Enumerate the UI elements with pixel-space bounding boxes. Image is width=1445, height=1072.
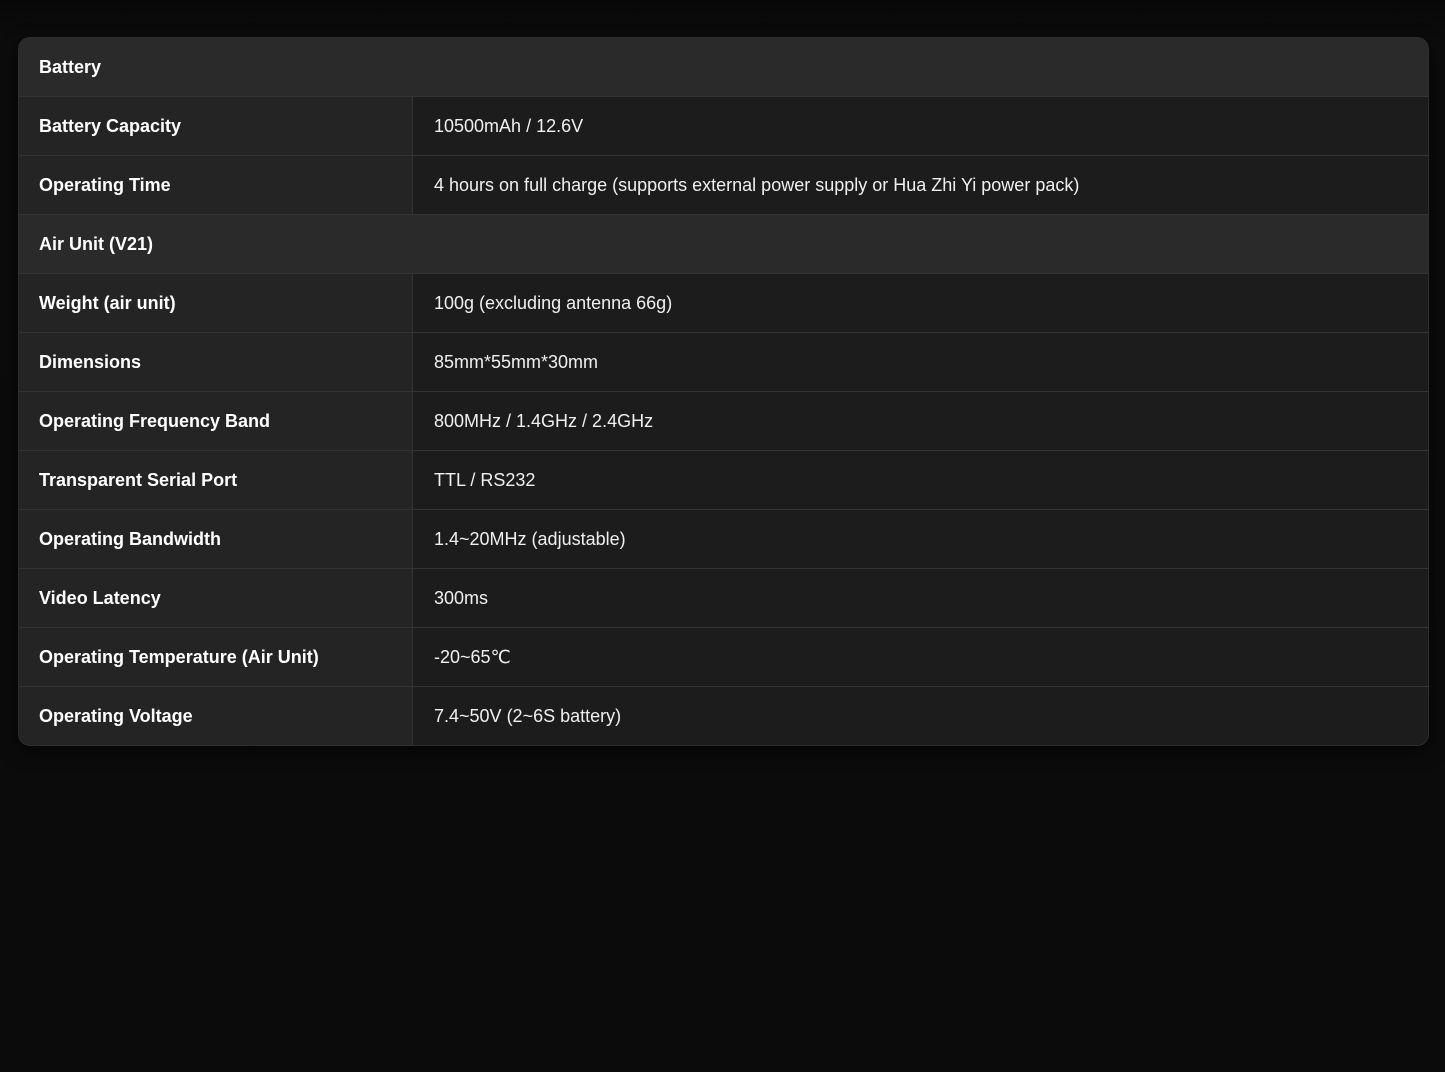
spec-value: 800MHz / 1.4GHz / 2.4GHz: [413, 392, 1428, 450]
spec-value: 85mm*55mm*30mm: [413, 333, 1428, 391]
table-row: Operating Voltage 7.4~50V (2~6S battery): [19, 687, 1428, 745]
table-row: Battery Capacity 10500mAh / 12.6V: [19, 97, 1428, 156]
spec-table: Battery Battery Capacity 10500mAh / 12.6…: [18, 37, 1429, 746]
spec-value: 4 hours on full charge (supports externa…: [413, 156, 1428, 214]
spec-label: Operating Temperature (Air Unit): [19, 628, 413, 686]
spec-label: Dimensions: [19, 333, 413, 391]
section-title: Air Unit (V21): [39, 234, 154, 254]
section-header-air-unit: Air Unit (V21): [19, 215, 1428, 274]
spec-label: Operating Time: [19, 156, 413, 214]
spec-value: 10500mAh / 12.6V: [413, 97, 1428, 155]
spec-value: -20~65℃: [413, 628, 1428, 686]
spec-label: Battery Capacity: [19, 97, 413, 155]
spec-label: Operating Frequency Band: [19, 392, 413, 450]
spec-value: 7.4~50V (2~6S battery): [413, 687, 1428, 745]
section-title: Battery: [39, 57, 102, 77]
spec-value: 300ms: [413, 569, 1428, 627]
table-row: Operating Time 4 hours on full charge (s…: [19, 156, 1428, 215]
table-row: Video Latency 300ms: [19, 569, 1428, 628]
spec-value: 1.4~20MHz (adjustable): [413, 510, 1428, 568]
spec-label: Operating Bandwidth: [19, 510, 413, 568]
table-row: Dimensions 85mm*55mm*30mm: [19, 333, 1428, 392]
spec-label: Operating Voltage: [19, 687, 413, 745]
spec-value: 100g (excluding antenna 66g): [413, 274, 1428, 332]
section-header-battery: Battery: [19, 38, 1428, 97]
table-row: Transparent Serial Port TTL / RS232: [19, 451, 1428, 510]
spec-label: Transparent Serial Port: [19, 451, 413, 509]
table-row: Operating Temperature (Air Unit) -20~65℃: [19, 628, 1428, 687]
table-row: Operating Frequency Band 800MHz / 1.4GHz…: [19, 392, 1428, 451]
page: Battery Battery Capacity 10500mAh / 12.6…: [0, 0, 1445, 1072]
table-row: Weight (air unit) 100g (excluding antenn…: [19, 274, 1428, 333]
spec-label: Weight (air unit): [19, 274, 413, 332]
spec-label: Video Latency: [19, 569, 413, 627]
spec-value: TTL / RS232: [413, 451, 1428, 509]
table-row: Operating Bandwidth 1.4~20MHz (adjustabl…: [19, 510, 1428, 569]
